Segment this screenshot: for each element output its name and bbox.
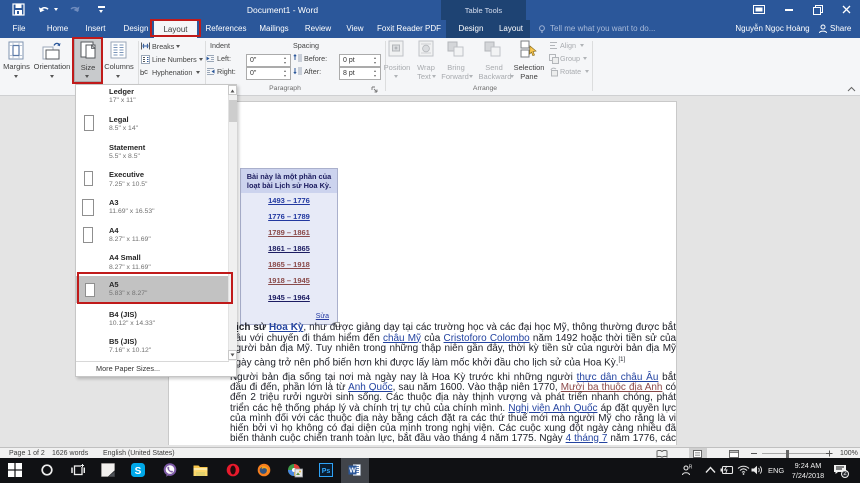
svg-text:S: S — [135, 466, 142, 477]
svg-text:W: W — [349, 468, 356, 475]
svg-text:Ps: Ps — [322, 468, 331, 475]
svg-text:R: R — [689, 465, 693, 471]
